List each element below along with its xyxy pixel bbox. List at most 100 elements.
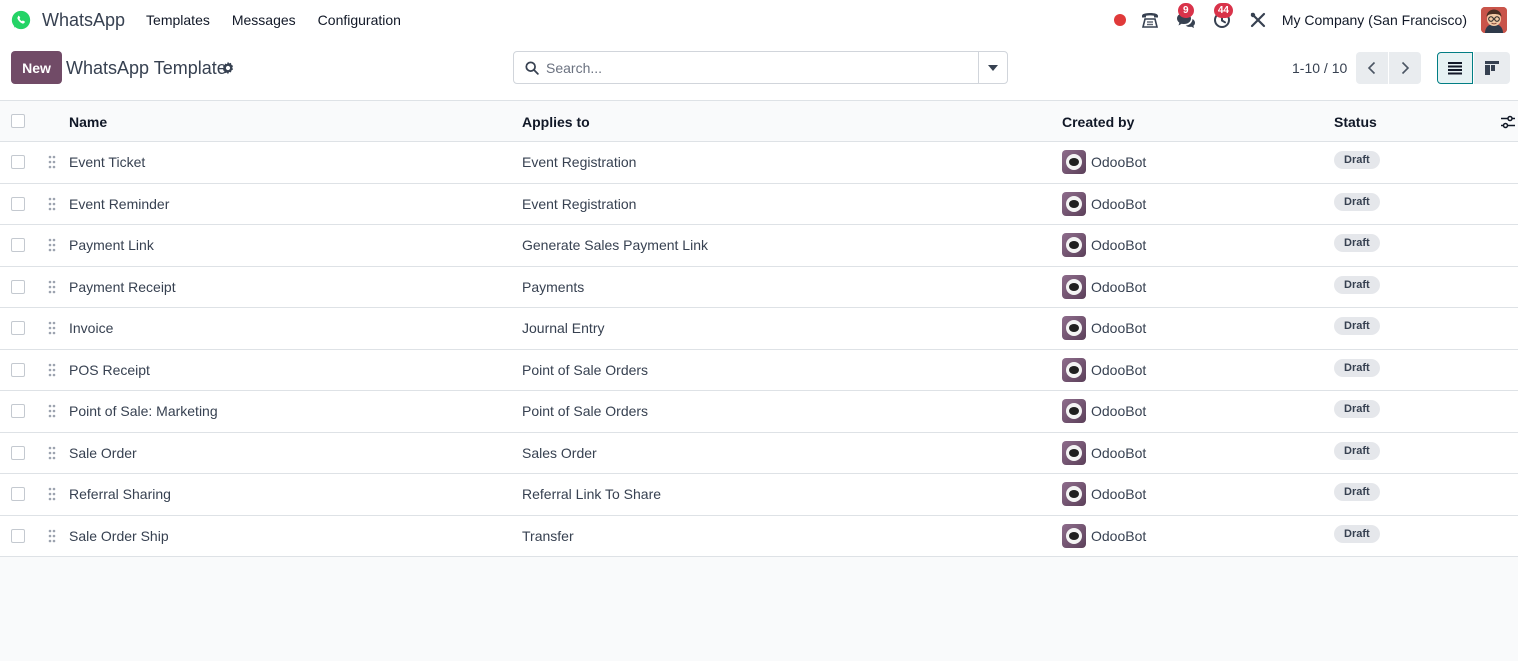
- list-header: Name Applies to Created by Status: [0, 101, 1518, 142]
- bot-face-icon: [1066, 486, 1082, 502]
- select-all-checkbox[interactable]: [11, 114, 25, 128]
- column-header-name[interactable]: Name: [69, 114, 107, 130]
- row-checkbox[interactable]: [11, 155, 25, 169]
- drag-handle-icon[interactable]: [48, 321, 56, 335]
- cell-name: Referral Sharing: [69, 486, 171, 502]
- cell-name: Payment Link: [69, 237, 154, 253]
- creator-name: OdooBot: [1091, 320, 1147, 336]
- cell-created-by: OdooBot: [1062, 523, 1146, 548]
- table-row[interactable]: Event Ticket Event Registration OdooBot …: [0, 142, 1518, 184]
- creator-name: OdooBot: [1091, 278, 1147, 295]
- creator-name: OdooBot: [1091, 444, 1147, 461]
- search-input[interactable]: [546, 57, 976, 79]
- row-checkbox[interactable]: [11, 528, 25, 543]
- cell-name: Invoice: [69, 320, 114, 336]
- column-header-status[interactable]: Status: [1334, 114, 1377, 130]
- pager-next-button[interactable]: [1389, 52, 1421, 84]
- drag-handle-icon[interactable]: [48, 280, 56, 294]
- status-badge: Draft: [1334, 234, 1380, 252]
- menu-templates[interactable]: Templates: [135, 12, 221, 28]
- debug-tools-button[interactable]: [1240, 12, 1276, 28]
- drag-handle-icon[interactable]: [48, 197, 56, 211]
- search-options-toggle[interactable]: [978, 52, 1007, 83]
- new-button[interactable]: New: [11, 51, 62, 84]
- status-badge: Draft: [1334, 400, 1380, 418]
- drag-handle-icon[interactable]: [48, 363, 56, 377]
- company-switcher[interactable]: My Company (San Francisco): [1282, 12, 1467, 28]
- control-panel: New WhatsApp Template 1-10 / 10: [0, 40, 1518, 101]
- list-view-button[interactable]: [1437, 52, 1473, 84]
- odoobot-avatar[interactable]: [1062, 482, 1086, 506]
- odoobot-avatar[interactable]: [1062, 233, 1086, 257]
- table-row[interactable]: Event Reminder Event Registration OdooBo…: [0, 183, 1518, 225]
- chevron-left-icon: [1367, 61, 1376, 75]
- user-avatar[interactable]: [1481, 7, 1507, 33]
- kanban-view-button[interactable]: [1474, 52, 1510, 84]
- activities-button[interactable]: 44: [1204, 3, 1240, 29]
- table-row[interactable]: Sale Order Sales Order OdooBot Draft: [0, 432, 1518, 474]
- column-header-created-by[interactable]: Created by: [1062, 114, 1134, 130]
- menu-messages[interactable]: Messages: [221, 12, 307, 28]
- template-list: Name Applies to Created by Status Event …: [0, 101, 1518, 557]
- row-checkbox[interactable]: [11, 362, 25, 377]
- cell-applies-to: Sales Order: [522, 444, 597, 461]
- menu-configuration[interactable]: Configuration: [307, 12, 412, 28]
- creator-name: OdooBot: [1091, 486, 1147, 502]
- table-row[interactable]: Point of Sale: Marketing Point of Sale O…: [0, 391, 1518, 433]
- messaging-button[interactable]: 9: [1168, 3, 1204, 29]
- odoobot-avatar[interactable]: [1062, 191, 1086, 216]
- cell-name: Payment Receipt: [69, 278, 176, 295]
- drag-handle-icon[interactable]: [48, 446, 56, 460]
- odoobot-avatar[interactable]: [1062, 274, 1086, 299]
- table-row[interactable]: Invoice Journal Entry OdooBot Draft: [0, 308, 1518, 350]
- odoobot-avatar[interactable]: [1062, 150, 1086, 174]
- status-badge: Draft: [1334, 441, 1380, 460]
- odoobot-avatar[interactable]: [1062, 357, 1086, 382]
- cell-applies-to: Event Registration: [522, 154, 637, 170]
- recording-indicator[interactable]: [1108, 14, 1132, 26]
- bot-face-icon: [1066, 403, 1082, 419]
- odoobot-avatar[interactable]: [1062, 523, 1086, 548]
- row-checkbox[interactable]: [11, 321, 25, 335]
- cell-created-by: OdooBot: [1062, 274, 1147, 299]
- pager-previous-button[interactable]: [1356, 52, 1388, 84]
- drag-handle-icon[interactable]: [48, 404, 56, 418]
- voip-button[interactable]: [1132, 11, 1168, 29]
- table-row[interactable]: Referral Sharing Referral Link To Share …: [0, 474, 1518, 516]
- cell-created-by: OdooBot: [1062, 399, 1146, 423]
- drag-handle-icon[interactable]: [48, 238, 56, 252]
- row-checkbox[interactable]: [11, 445, 25, 460]
- row-checkbox[interactable]: [11, 238, 25, 252]
- table-row[interactable]: Sale Order Ship Transfer OdooBot Draft: [0, 515, 1518, 557]
- drag-handle-icon[interactable]: [48, 487, 56, 501]
- odoobot-avatar[interactable]: [1062, 399, 1086, 423]
- drag-handle-icon[interactable]: [48, 529, 56, 543]
- cell-created-by: OdooBot: [1062, 357, 1146, 382]
- row-checkbox[interactable]: [11, 196, 25, 211]
- row-checkbox[interactable]: [11, 487, 25, 501]
- odoobot-avatar[interactable]: [1062, 316, 1086, 340]
- creator-name: OdooBot: [1091, 154, 1147, 170]
- table-row[interactable]: Payment Link Generate Sales Payment Link…: [0, 225, 1518, 267]
- odoobot-avatar[interactable]: [1062, 440, 1086, 465]
- status-badge: Draft: [1334, 524, 1380, 543]
- cell-created-by: OdooBot: [1062, 150, 1146, 174]
- messages-count-badge: 9: [1177, 3, 1194, 18]
- pager-value[interactable]: 1-10 / 10: [1292, 60, 1347, 76]
- kanban-view-icon: [1485, 61, 1499, 75]
- row-checkbox[interactable]: [11, 279, 25, 294]
- app-brand[interactable]: WhatsApp: [11, 10, 125, 31]
- table-row[interactable]: POS Receipt Point of Sale Orders OdooBot…: [0, 349, 1518, 391]
- user-avatar-icon: [1481, 7, 1507, 33]
- bot-face-icon: [1066, 278, 1082, 295]
- row-checkbox[interactable]: [11, 404, 25, 418]
- column-header-applies-to[interactable]: Applies to: [522, 114, 590, 130]
- table-row[interactable]: Payment Receipt Payments OdooBot Draft: [0, 266, 1518, 308]
- drag-handle-icon[interactable]: [48, 155, 56, 169]
- optional-columns-icon[interactable]: [1500, 114, 1516, 130]
- cell-name: Sale Order Ship: [69, 527, 169, 544]
- main-menu: Templates Messages Configuration: [135, 12, 412, 28]
- list-body: Event Ticket Event Registration OdooBot …: [0, 142, 1518, 557]
- creator-name: OdooBot: [1091, 403, 1147, 419]
- gear-icon[interactable]: [221, 61, 235, 75]
